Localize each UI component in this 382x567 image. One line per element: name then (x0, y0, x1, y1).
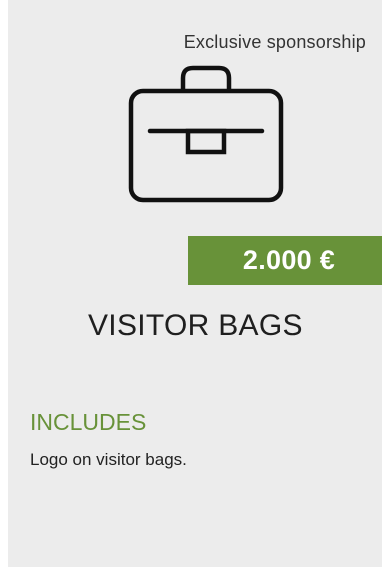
includes-description: Logo on visitor bags. (30, 450, 187, 469)
sponsorship-tag: Exclusive sponsorship (183, 32, 366, 52)
includes-heading: INCLUDES (30, 409, 147, 435)
package-title: VISITOR BAGS (88, 309, 303, 342)
sponsorship-card: Exclusive sponsorship 2.000 € VISITOR BA… (8, 0, 382, 567)
price-badge: 2.000 € (188, 236, 382, 285)
briefcase-icon (128, 65, 284, 203)
